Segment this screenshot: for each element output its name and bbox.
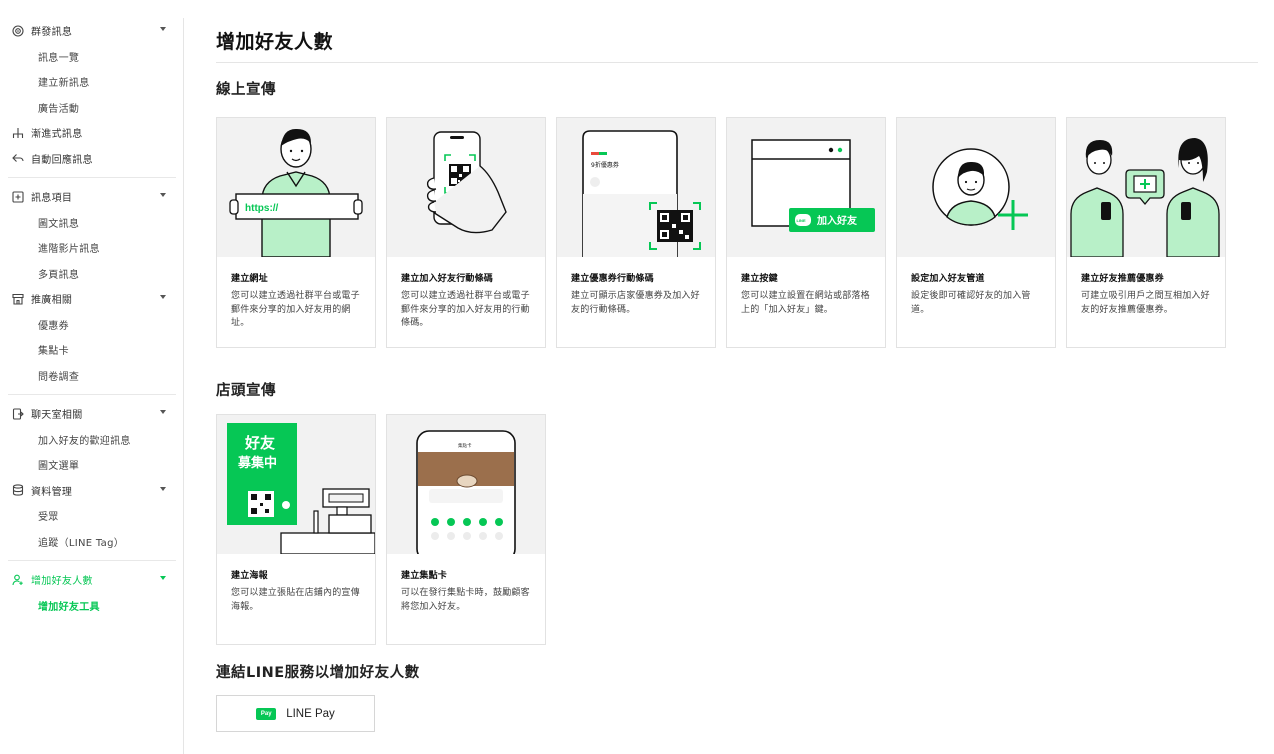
chevron-down-icon[interactable] — [160, 486, 166, 491]
sidebar-subitem[interactable]: 圖文訊息 — [0, 210, 183, 236]
card-title: 建立加入好友行動條碼 — [401, 274, 494, 284]
friend-path-illustration — [897, 118, 1055, 257]
card-friend-path[interactable]: 設定加入好友管道 設定後即可確認好友的加入管道。 — [896, 117, 1056, 348]
card-create-button[interactable]: LINE 加入好友 建立按鍵 您可以建立設置在網站或部落格上的「加入好友」鍵。 — [726, 117, 886, 348]
flow-icon — [11, 126, 25, 140]
broadcast-icon — [11, 24, 25, 38]
card-create-poster[interactable]: 好友 募集中 建立海報 您可以建立張貼在店鋪內的宣傳海報。 — [216, 414, 376, 645]
sidebar-subitem[interactable]: 圖文選單 — [0, 452, 183, 478]
sidebar-item-label: 自動回應訊息 — [31, 154, 93, 166]
sidebar-subitem-active[interactable]: 增加好友工具 — [0, 593, 183, 619]
line-pay-label: LINE Pay — [286, 707, 335, 720]
card-title: 建立海報 — [231, 571, 268, 581]
card-description: 建立可顯示店家優惠券及加入好友的行動條碼。 — [571, 291, 700, 315]
url-illustration: https:// — [217, 118, 375, 257]
sidebar-subitem[interactable]: 廣告活動 — [0, 95, 183, 121]
section-title-online: 線上宣傳 — [216, 82, 276, 98]
referral-illustration — [1067, 118, 1225, 257]
sidebar-item-message-items[interactable]: 訊息項目 — [0, 184, 183, 210]
url-text: https:// — [245, 203, 279, 214]
sidebar-item-add-friends[interactable]: 增加好友人數 — [0, 567, 183, 593]
sidebar-item-promotion[interactable]: 推廣相關 — [0, 286, 183, 312]
poster-title-line2: 募集中 — [237, 455, 277, 471]
sidebar-divider — [8, 394, 176, 395]
button-illustration: LINE 加入好友 — [727, 118, 885, 257]
card-title: 建立優惠券行動條碼 — [571, 274, 654, 284]
line-pay-button[interactable]: Pay LINE Pay — [216, 695, 375, 732]
sidebar: 群發訊息 訊息一覽 建立新訊息 廣告活動 漸進式訊息 自動回應訊息 訊息項目 圖… — [0, 18, 184, 754]
add-box-icon — [11, 190, 25, 204]
card-description: 設定後即可確認好友的加入管道。 — [911, 291, 1031, 315]
sidebar-item-label: 推廣相關 — [31, 295, 73, 307]
card-create-url[interactable]: https:// 建立網址 您可以建立透過社群平台或電子郵件來分享的加入好友用的… — [216, 117, 376, 348]
card-title: 建立網址 — [231, 274, 268, 284]
sidebar-group-message-items: 訊息項目 圖文訊息 進階影片訊息 多頁訊息 推廣相關 優惠券 集點卡 問卷調查 — [0, 184, 183, 388]
card-description: 可建立吸引用戶之間互相加入好友的好友推薦優惠券。 — [1081, 291, 1210, 315]
chevron-down-icon[interactable] — [160, 410, 166, 414]
sidebar-item-step-message[interactable]: 漸進式訊息 — [0, 120, 183, 146]
sidebar-item-label: 群發訊息 — [31, 27, 73, 39]
sidebar-item-auto-reply[interactable]: 自動回應訊息 — [0, 146, 183, 172]
line-pay-logo: Pay — [256, 707, 277, 720]
sidebar-item-label: 增加好友人數 — [31, 576, 93, 588]
sidebar-subitem[interactable]: 問卷調查 — [0, 363, 183, 389]
sidebar-divider — [8, 560, 176, 561]
line-badge-text: LINE — [797, 218, 806, 223]
sidebar-item-label: 漸進式訊息 — [31, 129, 83, 141]
section-title-services: 連結LINE服務以增加好友人數 — [216, 665, 420, 681]
poster-illustration: 好友 募集中 — [217, 415, 375, 554]
card-description: 可以在發行集點卡時，鼓勵顧客將您加入好友。 — [401, 588, 530, 612]
sidebar-item-data[interactable]: 資料管理 — [0, 478, 183, 504]
sidebar-group-chat: 聊天室相關 加入好友的歡迎訊息 圖文選單 資料管理 受眾 追蹤（LINE Tag… — [0, 401, 183, 554]
stamp-header-text: 集點卡 — [458, 442, 472, 449]
sidebar-item-label: 聊天室相關 — [31, 410, 83, 422]
title-divider — [216, 62, 1258, 63]
add-friend-icon — [11, 573, 25, 587]
sidebar-subitem[interactable]: 進階影片訊息 — [0, 235, 183, 261]
card-description: 您可以建立透過社群平台或電子郵件來分享的加入好友用的行動條碼。 — [401, 291, 530, 328]
database-icon — [11, 483, 25, 497]
page-title: 增加好友人數 — [216, 31, 334, 53]
card-description: 您可以建立設置在網站或部落格上的「加入好友」鍵。 — [741, 291, 870, 315]
card-title: 建立好友推薦優惠券 — [1081, 274, 1164, 284]
sidebar-subitem[interactable]: 集點卡 — [0, 337, 183, 363]
sidebar-group-add-friends: 增加好友人數 增加好友工具 — [0, 567, 183, 618]
chevron-down-icon[interactable] — [160, 27, 166, 31]
card-title: 建立集點卡 — [401, 571, 448, 581]
coupon-text: 9折優惠券 — [591, 161, 619, 169]
sidebar-subitem[interactable]: 訊息一覽 — [0, 44, 183, 70]
coupon-qr-illustration: 9折優惠券 — [557, 118, 715, 257]
sidebar-subitem[interactable]: 建立新訊息 — [0, 69, 183, 95]
card-create-coupon-qr[interactable]: 9折優惠券 建立優惠券行動條碼 建立可顯示店家優惠券及加入好友的行動條碼。 — [556, 117, 716, 348]
card-create-stamp-card[interactable]: 集點卡 建立集點卡 可以在發行集點卡時，鼓勵顧客將您加入好友。 — [386, 414, 546, 645]
sidebar-item-label: 訊息項目 — [31, 193, 73, 205]
store-icon — [11, 292, 25, 306]
sidebar-subitem[interactable]: 受眾 — [0, 503, 183, 529]
add-friend-btn-text: 加入好友 — [816, 214, 857, 227]
auto-reply-icon — [11, 151, 25, 165]
sidebar-item-chat[interactable]: 聊天室相關 — [0, 401, 183, 427]
card-description: 您可以建立張貼在店鋪內的宣傳海報。 — [231, 588, 360, 612]
poster-title-line1: 好友 — [244, 434, 275, 452]
sidebar-subitem[interactable]: 優惠券 — [0, 312, 183, 338]
chevron-down-icon[interactable] — [160, 576, 166, 580]
card-title: 設定加入好友管道 — [911, 274, 985, 284]
stamp-card-illustration: 集點卡 — [387, 415, 545, 554]
sidebar-subitem[interactable]: 多頁訊息 — [0, 261, 183, 287]
card-title: 建立按鍵 — [741, 274, 778, 284]
sidebar-item-label: 資料管理 — [31, 486, 73, 498]
chevron-down-icon[interactable] — [160, 193, 166, 197]
sidebar-subitem[interactable]: 追蹤（LINE Tag） — [0, 529, 183, 555]
chat-icon — [11, 407, 25, 421]
chevron-down-icon[interactable] — [160, 295, 166, 299]
sidebar-group-broadcast: 群發訊息 訊息一覽 建立新訊息 廣告活動 漸進式訊息 自動回應訊息 — [0, 18, 183, 171]
card-referral-coupon[interactable]: 建立好友推薦優惠券 可建立吸引用戶之間互相加入好友的好友推薦優惠券。 — [1066, 117, 1226, 348]
sidebar-item-broadcast[interactable]: 群發訊息 — [0, 18, 183, 44]
sidebar-subitem[interactable]: 加入好友的歡迎訊息 — [0, 427, 183, 453]
section-title-store: 店頭宣傳 — [216, 383, 276, 399]
card-description: 您可以建立透過社群平台或電子郵件來分享的加入好友用的網址。 — [231, 291, 360, 328]
qr-illustration — [387, 118, 545, 257]
card-create-qr[interactable]: 建立加入好友行動條碼 您可以建立透過社群平台或電子郵件來分享的加入好友用的行動條… — [386, 117, 546, 348]
sidebar-divider — [8, 177, 176, 178]
